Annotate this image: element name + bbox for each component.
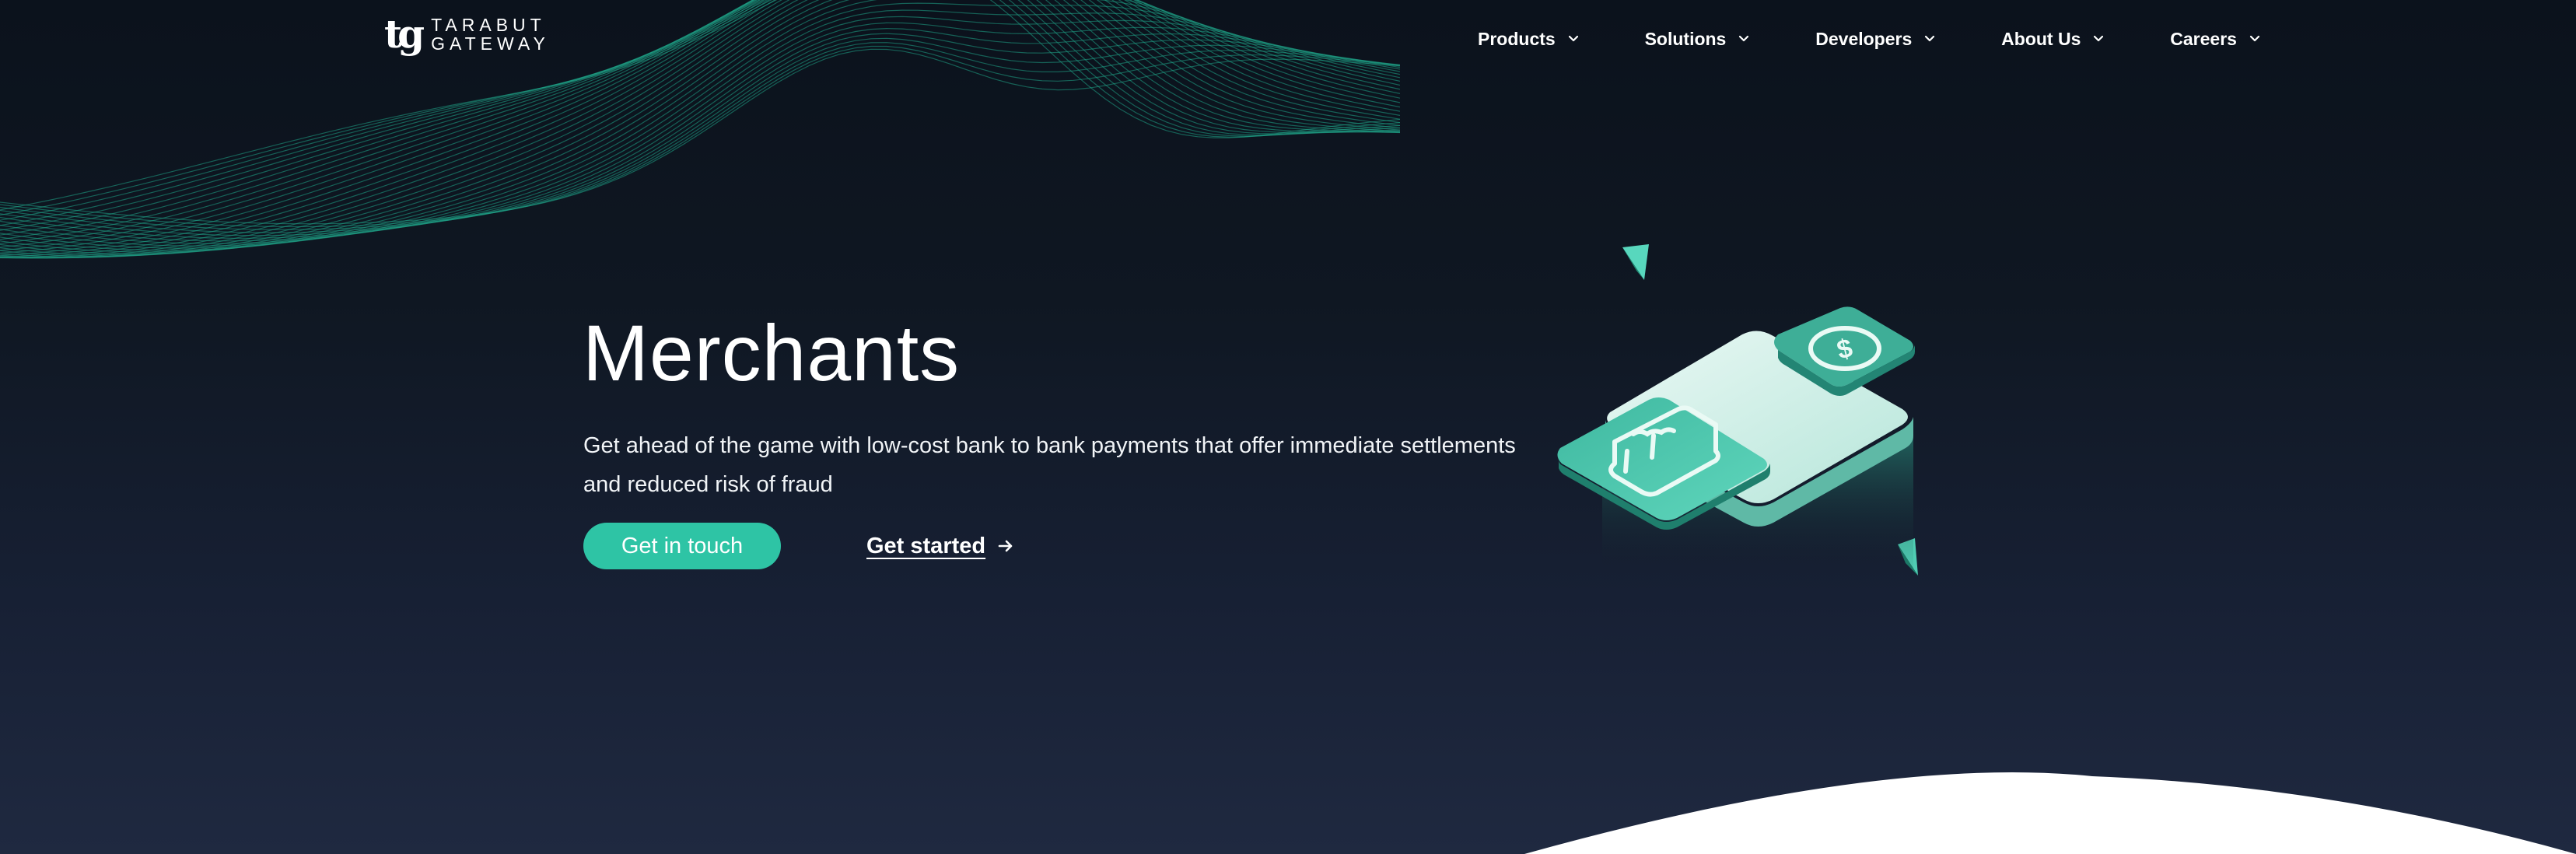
nav-item-solutions[interactable]: Solutions [1645,29,1753,50]
chevron-down-icon [1568,35,1578,42]
floating-shape-top [1622,244,1649,280]
wave-line [0,0,1400,259]
chevron-down-icon [2249,35,2260,42]
merchant-payment-illustration: $ [1557,244,1918,576]
wave-line [0,16,1400,244]
wave-line [0,27,1400,239]
wave-line [0,0,1400,251]
nav-label: Developers [1815,28,1913,49]
nav-item-developers[interactable]: Developers [1815,29,1938,50]
wave-line [0,0,1400,216]
nav-label: About Us [2001,28,2081,49]
nav-item-about-us[interactable]: About Us [2001,29,2107,50]
nav-label: Products [1478,28,1556,49]
wave-line [0,37,1400,233]
logo-line-2: GATEWAY [431,33,550,54]
nav-item-careers[interactable]: Careers [2170,29,2263,50]
hero-wave-decoration [0,0,1400,259]
wave-line [0,48,1400,225]
wave-line [0,0,1400,259]
get-in-touch-button[interactable]: Get in touch [583,523,781,569]
wave-line [0,0,1400,236]
wave-line [0,0,1400,251]
wave-line [0,0,1400,254]
wave-line [0,33,1400,236]
wave-line [0,0,1400,253]
logo-mark: tg [384,11,425,57]
wave-line [0,22,1400,242]
wave-line [0,0,1400,248]
main-nav: Products Solutions Developers About Us C… [1478,22,2263,56]
nav-item-products[interactable]: Products [1478,29,1582,50]
wave-line [0,0,1400,259]
hero-subtitle: Get ahead of the game with low-cost bank… [583,433,1516,497]
get-started-link[interactable]: Get started [866,529,1015,563]
chevron-down-icon [1739,35,1749,42]
wave-line [0,0,1400,257]
wave-line [0,45,1400,228]
nav-label: Solutions [1644,28,1727,49]
logo-wordmark: TARABUT GATEWAY [431,16,550,53]
chevron-down-icon [1925,35,1935,42]
chevron-down-icon [2094,35,2104,42]
wave-line [0,0,1400,257]
get-started-label: Get started [866,533,986,558]
wave-line [0,0,1400,226]
wave-line [0,0,1400,256]
wave-line [0,0,1400,256]
logo-line-1: TARABUT [431,15,546,35]
wave-line [0,0,1400,240]
wave-line [0,2,1400,249]
arrow-right-icon [998,540,1013,552]
wave-line [0,0,1400,221]
page-title: Merchants [583,309,961,397]
wave-line [0,9,1400,247]
wave-line [0,0,1400,244]
wave-line [0,0,1400,258]
wave-line [0,0,1400,254]
wave-line [0,0,1400,211]
wave-line [0,0,1400,258]
nav-label: Careers [2170,28,2237,49]
wave-line [0,0,1400,258]
wave-line [0,42,1400,230]
wave-line [0,0,1400,231]
brand-logo[interactable]: tg TARABUT GATEWAY [384,12,550,56]
